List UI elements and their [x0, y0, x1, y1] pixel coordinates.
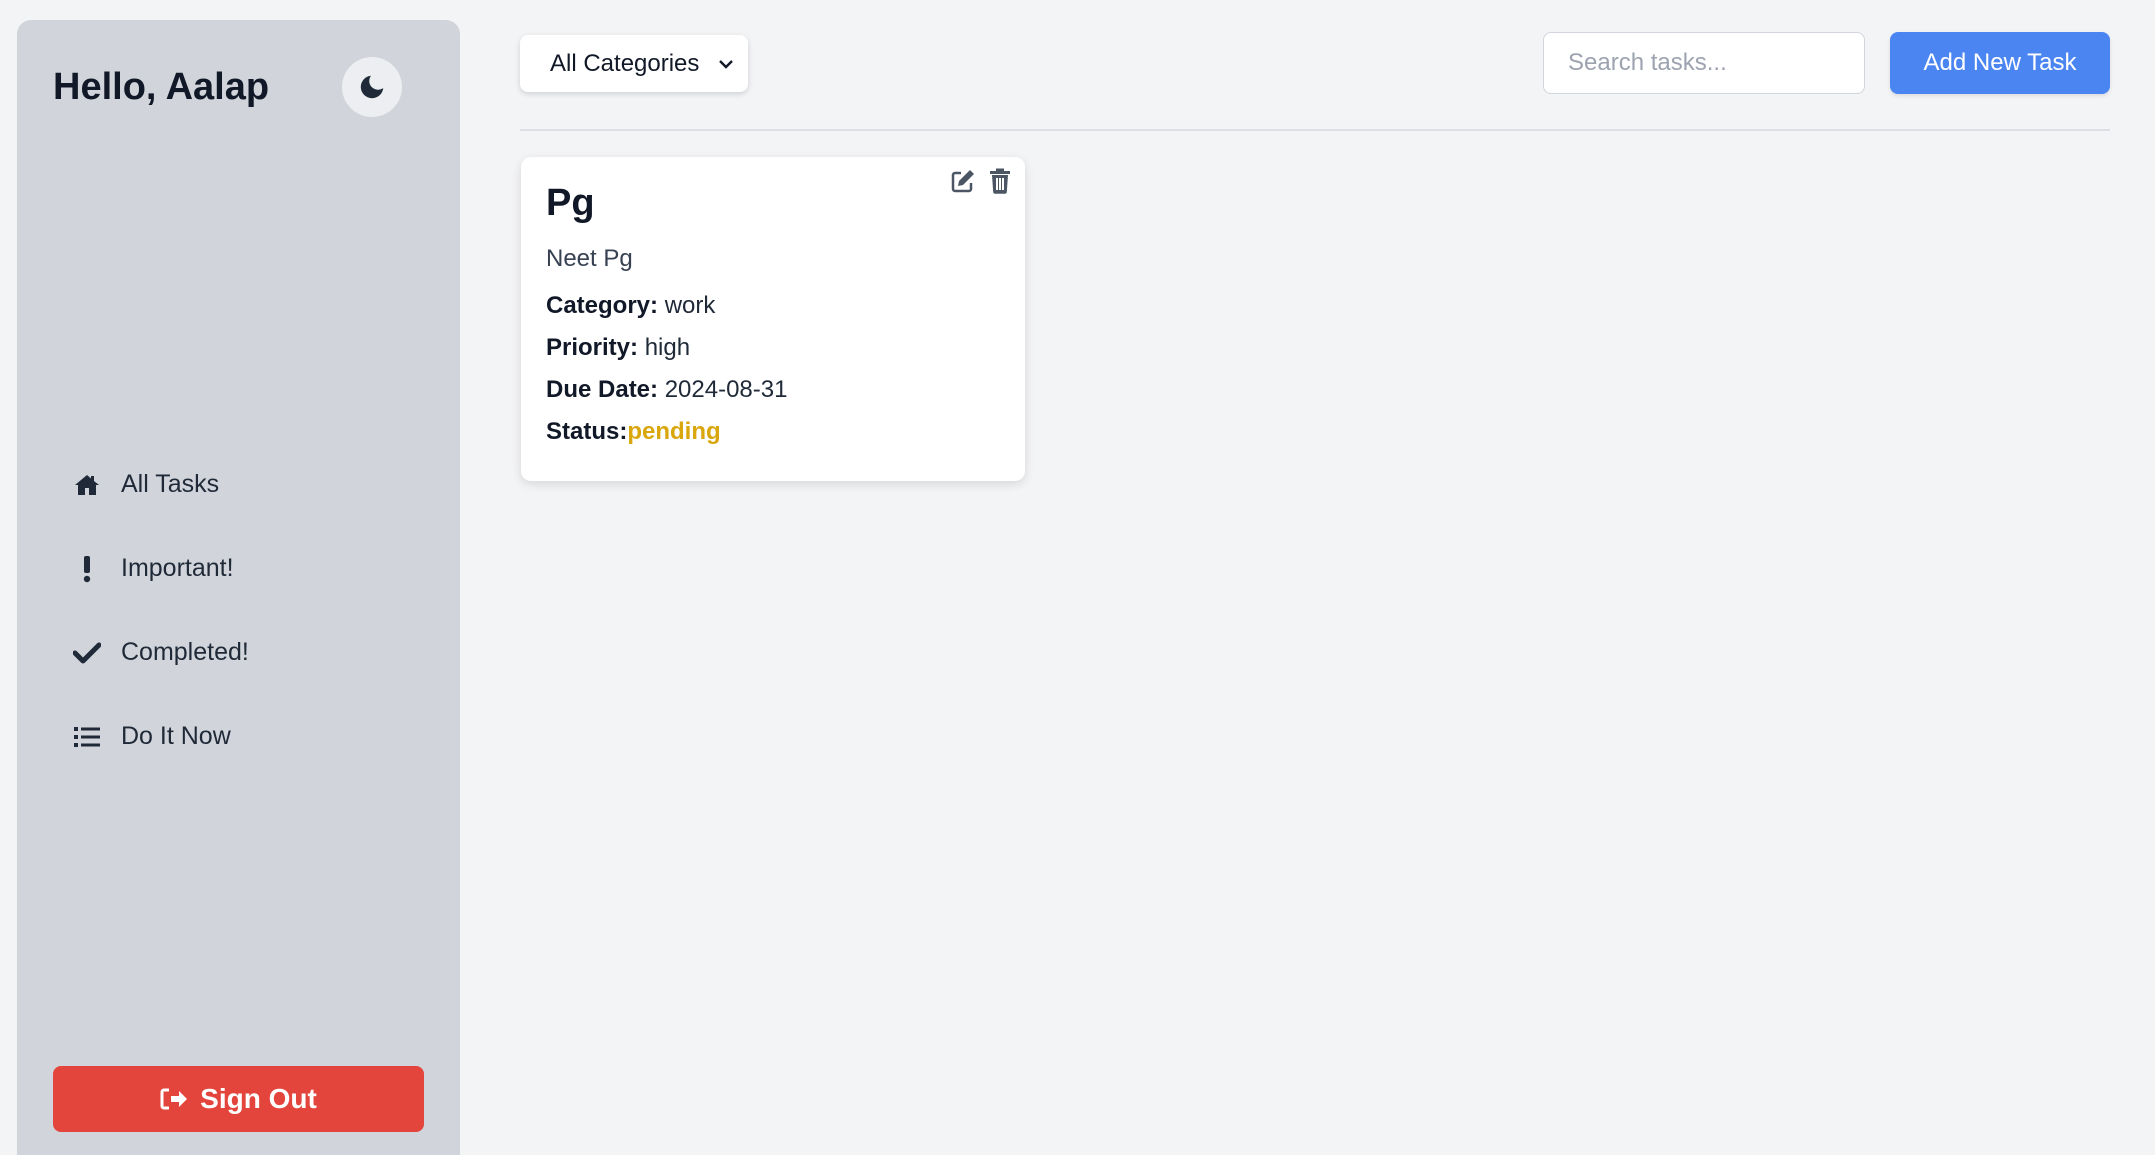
add-new-task-button[interactable]: Add New Task — [1890, 32, 2110, 94]
sidebar-item-all-tasks[interactable]: All Tasks — [73, 470, 219, 499]
sidebar-item-completed[interactable]: Completed! — [73, 638, 249, 667]
divider — [520, 129, 2110, 131]
delete-button[interactable] — [986, 167, 1014, 195]
trash-icon — [990, 168, 1010, 194]
task-category-value: work — [664, 292, 716, 319]
check-icon — [73, 639, 101, 667]
chevron-down-icon — [719, 59, 733, 69]
task-category-label: Category: — [546, 292, 659, 319]
task-card: Pg Neet Pg Category: work Priority: high… — [521, 157, 1025, 481]
sidebar-item-do-it-now[interactable]: Do It Now — [73, 722, 231, 751]
task-priority-value: high — [644, 334, 691, 361]
sign-out-icon — [160, 1088, 188, 1110]
task-status-label: Status: — [546, 418, 628, 445]
exclamation-icon — [73, 555, 101, 583]
add-new-task-label: Add New Task — [1923, 49, 2077, 76]
sidebar-item-label: Completed! — [121, 638, 249, 666]
task-status-value: pending — [627, 418, 721, 445]
sidebar-item-important[interactable]: Important! — [73, 554, 234, 583]
sidebar: Hello, Aalap All Tasks Important! Comple… — [17, 20, 460, 1155]
task-priority-row: Priority: high — [546, 334, 690, 362]
task-due-label: Due Date: — [546, 376, 659, 403]
task-title: Pg — [546, 182, 595, 224]
greeting: Hello, Aalap — [53, 66, 270, 108]
theme-toggle-button[interactable] — [342, 57, 402, 117]
sidebar-item-label: Do It Now — [121, 722, 231, 750]
sidebar-item-label: Important! — [121, 554, 234, 582]
moon-icon — [360, 75, 384, 99]
sign-out-button[interactable]: Sign Out — [53, 1066, 424, 1132]
task-due-value: 2024-08-31 — [664, 376, 788, 403]
category-select[interactable]: All Categories — [520, 35, 748, 92]
sign-out-label: Sign Out — [200, 1083, 317, 1114]
sidebar-item-label: All Tasks — [121, 470, 220, 498]
task-category-row: Category: work — [546, 292, 715, 320]
edit-icon — [951, 170, 974, 193]
edit-button[interactable] — [949, 167, 977, 195]
task-priority-label: Priority: — [546, 334, 639, 361]
category-select-value: All Categories — [550, 49, 700, 77]
home-icon — [73, 471, 101, 499]
task-status-row: Status:pending — [546, 418, 721, 446]
task-description: Neet Pg — [546, 245, 633, 272]
task-due-row: Due Date: 2024-08-31 — [546, 376, 787, 404]
search-input[interactable] — [1543, 32, 1865, 94]
list-icon — [73, 723, 101, 751]
